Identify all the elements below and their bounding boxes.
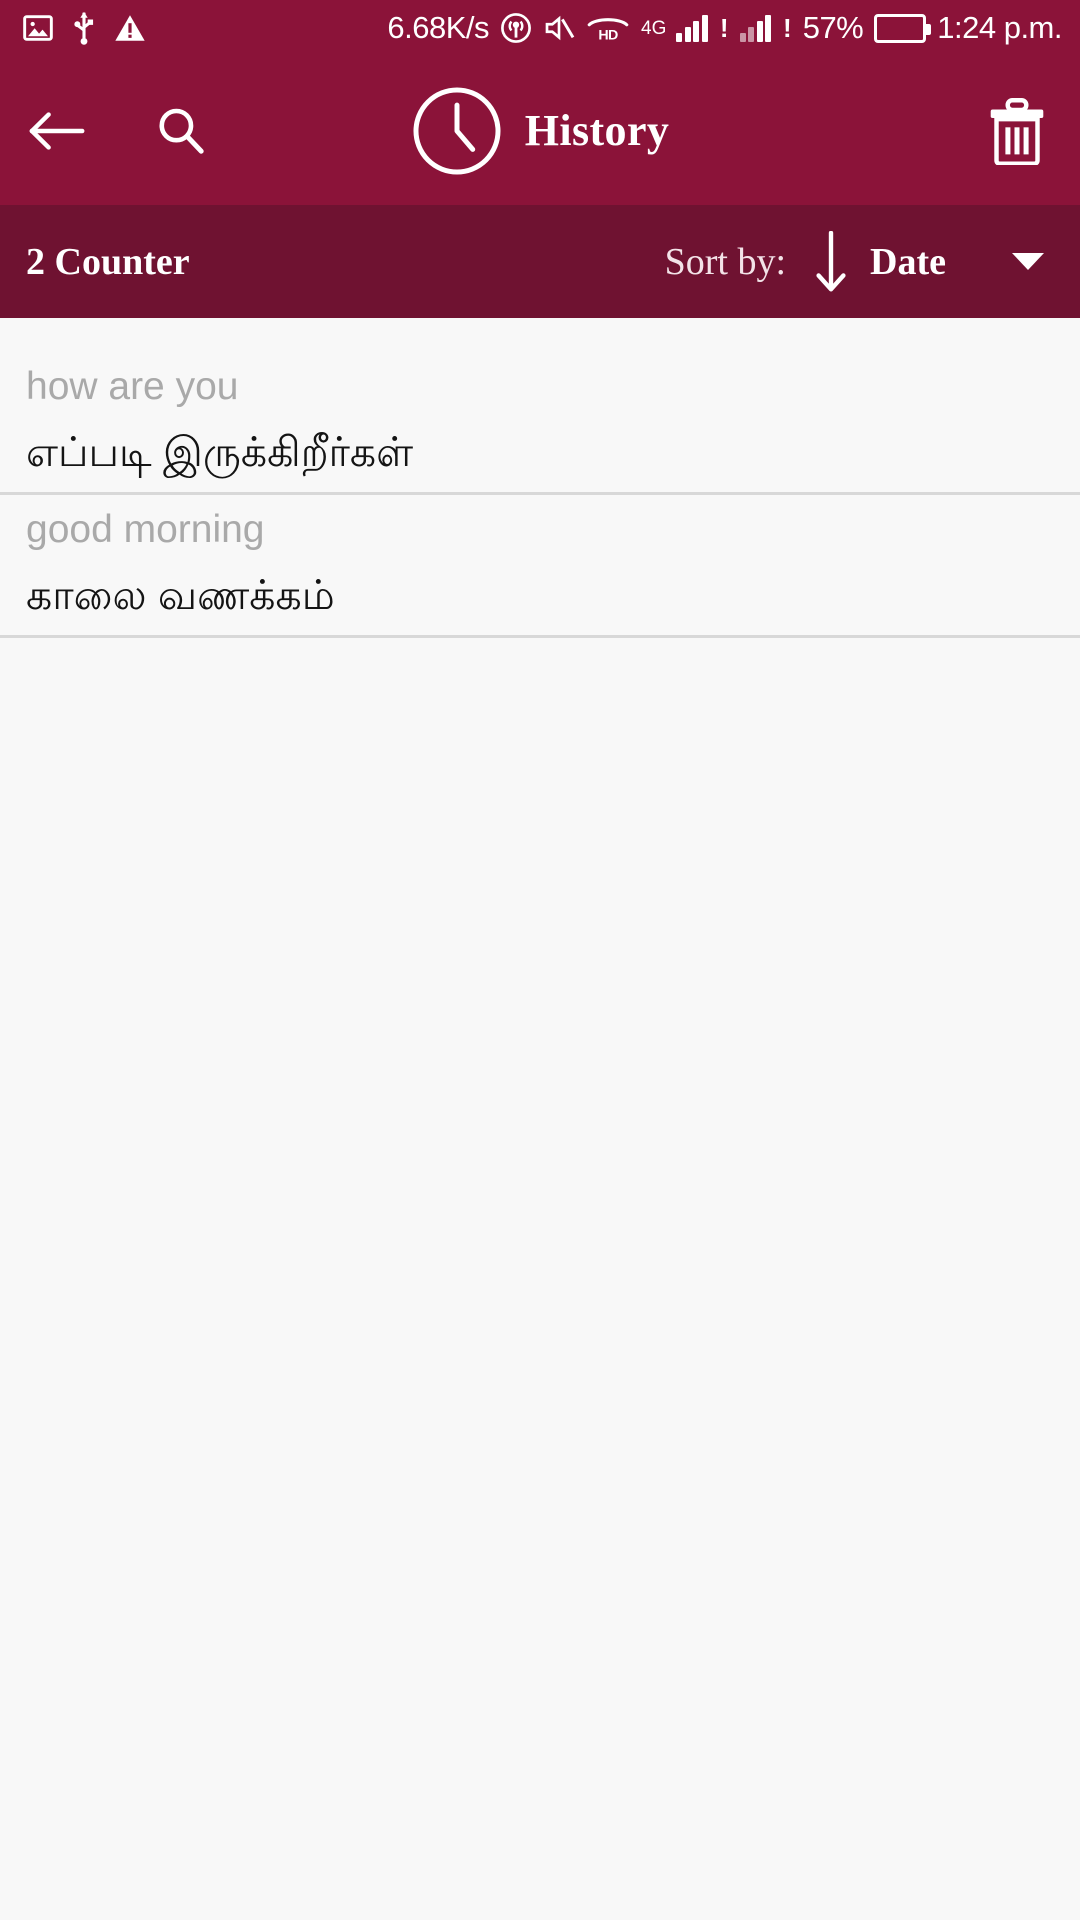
page-title: History [524, 106, 670, 155]
app-bar: History [0, 56, 1080, 205]
app-bar-actions-left [26, 100, 212, 162]
battery-percent: 57% [802, 10, 864, 45]
history-list-item[interactable]: good morning காலை வணக்கம் [0, 495, 1080, 635]
image-icon [22, 12, 54, 44]
status-bar-right-indicators: 6.68K/s HD 4G ! ! 57% 1:24 p.m. [387, 10, 1062, 46]
list-divider [0, 635, 1080, 639]
hotspot-icon [500, 12, 532, 44]
back-arrow-icon[interactable] [26, 100, 88, 162]
signal-bars-sim1 [676, 14, 708, 42]
svg-text:HD: HD [598, 28, 618, 43]
signal-alert-sim1: ! [719, 13, 729, 43]
history-target-text: காலை வணக்கம் [26, 572, 335, 619]
network-speed: 6.68K/s [387, 10, 489, 45]
clock-icon [411, 85, 503, 177]
mute-icon [543, 13, 575, 43]
status-bar: 6.68K/s HD 4G ! ! 57% 1:24 p.m. [0, 0, 1080, 56]
sort-value[interactable]: Date [870, 240, 946, 284]
counter-label: 2 Counter [26, 240, 190, 283]
history-source-text: good morning [26, 508, 265, 552]
search-icon[interactable] [150, 100, 212, 162]
history-list: how are you எப்படி இருக்கிறீர்கள் good m… [0, 318, 1080, 639]
caret-down-icon[interactable] [1012, 253, 1044, 270]
usb-icon [70, 11, 98, 45]
sort-controls: Sort by: Date [664, 230, 1044, 293]
battery-icon [874, 13, 932, 43]
signal-bars-sim2 [739, 14, 772, 42]
status-bar-left-icons [22, 11, 146, 45]
arrow-down-icon[interactable] [814, 230, 848, 293]
warning-icon [114, 13, 146, 43]
history-source-text: how are you [26, 365, 239, 408]
sort-bar: 2 Counter Sort by: Date [0, 205, 1080, 318]
sort-by-label: Sort by: [664, 240, 787, 283]
history-target-text: எப்படி இருக்கிறீர்கள் [26, 429, 414, 475]
history-list-item[interactable]: how are you எப்படி இருக்கிறீர்கள் [0, 352, 1080, 492]
trash-icon[interactable] [982, 96, 1052, 166]
signal-alert-sim2: ! [783, 13, 792, 43]
status-clock: 1:24 p.m. [937, 10, 1062, 45]
hd-call-icon: HD [586, 13, 630, 43]
network-type-label: 4G [641, 17, 667, 39]
